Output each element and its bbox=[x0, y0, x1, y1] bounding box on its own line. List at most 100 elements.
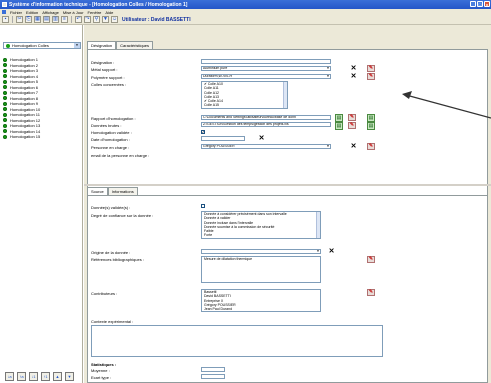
edit-rapport-icon[interactable]: ✎ bbox=[348, 114, 356, 121]
refs-list[interactable]: Mesure de dilatation thermique bbox=[201, 256, 321, 283]
polymere-label: Polymère support : bbox=[91, 75, 125, 80]
paste-icon[interactable]: ▦ bbox=[34, 16, 41, 23]
panel-splitter[interactable] bbox=[84, 184, 491, 186]
ecart-input[interactable] bbox=[201, 374, 225, 379]
designation-input[interactable] bbox=[201, 59, 331, 64]
sort-asc-icon[interactable]: ↓a bbox=[5, 372, 14, 381]
green-dot-icon bbox=[3, 112, 7, 117]
tree-item-label: Homologation 1 bbox=[10, 57, 39, 63]
close-button[interactable]: x bbox=[484, 1, 490, 7]
validees-checkbox[interactable] bbox=[201, 204, 205, 208]
confiance-item[interactable]: Forte bbox=[202, 233, 320, 237]
origine-select[interactable]: ▼ bbox=[201, 249, 321, 254]
contrib-item[interactable]: Jean Paul Durand bbox=[202, 307, 320, 311]
undo-icon[interactable]: ↶ bbox=[75, 16, 82, 23]
menu-edition[interactable]: Edition bbox=[26, 10, 38, 15]
maximize-button[interactable]: □ bbox=[477, 1, 483, 7]
colle-item[interactable]: Colle A15 bbox=[202, 103, 287, 107]
sort-desc-icon[interactable]: ↑a bbox=[17, 372, 26, 381]
table-icon[interactable]: ▥ bbox=[52, 16, 59, 23]
metal-select-value: Aluminium pure bbox=[203, 66, 228, 70]
rapport-input-value: C:\Documents and Settings\utilisateur\Bu… bbox=[203, 115, 297, 119]
donnees-label: Données brutes : bbox=[91, 123, 122, 128]
colles-scrollbar[interactable] bbox=[283, 82, 287, 108]
personne-select[interactable]: Grégory POUSSIER ▼ bbox=[201, 144, 331, 149]
mdi-window-icon[interactable] bbox=[2, 10, 6, 14]
open-donnees-icon[interactable]: ▤ bbox=[335, 122, 343, 130]
collection-combo[interactable]: Homologation Colles ▼ bbox=[3, 42, 81, 49]
cut-icon[interactable]: ✂ bbox=[16, 16, 23, 23]
green-dot-icon bbox=[3, 57, 7, 62]
tab-informations[interactable]: Informations bbox=[107, 187, 138, 195]
move-up-icon[interactable]: ▲ bbox=[53, 372, 62, 381]
browse-rapport-icon[interactable]: ▤ bbox=[367, 114, 375, 122]
green-dot-icon bbox=[3, 79, 7, 84]
chevron-down-icon[interactable]: ▼ bbox=[326, 75, 330, 78]
list-icon[interactable]: ≡ bbox=[61, 16, 68, 23]
confiance-scrollbar[interactable] bbox=[316, 212, 320, 238]
chevron-down-icon[interactable]: ▼ bbox=[316, 250, 320, 253]
chevron-down-icon[interactable]: ▼ bbox=[326, 145, 330, 148]
window-controls: _ □ x bbox=[470, 1, 490, 7]
tree-item-label: Homologation 6 bbox=[10, 84, 39, 90]
copy-icon[interactable]: ⎘ bbox=[25, 16, 32, 23]
delete-polymere-icon[interactable]: ✕ bbox=[350, 73, 357, 80]
user-icon[interactable]: ☺ bbox=[111, 16, 118, 23]
menu-fichier[interactable]: Fichier bbox=[10, 10, 22, 15]
tree-item-label: Homologation 14 bbox=[10, 128, 41, 134]
filter-icon[interactable]: ▼ bbox=[102, 16, 109, 23]
sort-num-desc-icon[interactable]: ↑1 bbox=[41, 372, 50, 381]
tab-designation[interactable]: Désignation bbox=[87, 41, 117, 49]
tab-caracteristiques[interactable]: Caractéristiques bbox=[116, 41, 154, 49]
tab-source[interactable]: Source bbox=[87, 187, 108, 195]
contrib-list[interactable]: Bassetti David BASSETTI Entreprise X Gré… bbox=[201, 289, 321, 312]
confiance-list[interactable]: Donnée à considérer précisément dans son… bbox=[201, 211, 321, 239]
browse-donnees-icon[interactable]: ▤ bbox=[367, 122, 375, 130]
moyenne-input[interactable] bbox=[201, 367, 225, 372]
chevron-down-icon[interactable]: ▼ bbox=[74, 43, 80, 48]
metal-select[interactable]: Aluminium pure ▼ bbox=[201, 66, 331, 71]
ref-item[interactable]: Mesure de dilatation thermique bbox=[202, 257, 320, 261]
tree-item[interactable]: Homologation 15 bbox=[3, 134, 40, 140]
app-icon bbox=[2, 2, 7, 7]
delete-metal-icon[interactable]: ✕ bbox=[350, 65, 357, 72]
save-icon[interactable]: ▪ bbox=[2, 16, 9, 23]
move-down-icon[interactable]: ▼ bbox=[65, 372, 74, 381]
polymere-select[interactable]: Duraform,W-ViS-H ▼ bbox=[201, 74, 331, 79]
search-icon[interactable]: ⚲ bbox=[93, 16, 100, 23]
delete-personne-icon[interactable]: ✕ bbox=[350, 143, 357, 150]
left-navigation-panel: Homologation Colles ▼ Homologation 1 Hom… bbox=[0, 25, 83, 383]
contexte-label: Contexte expérimental : bbox=[91, 319, 134, 324]
edit-metal-icon[interactable]: ✎ bbox=[367, 65, 375, 72]
personne-select-value: Grégory POUSSIER bbox=[203, 144, 235, 148]
menu-mise-a-jour[interactable]: Mise à Jour bbox=[63, 10, 84, 15]
menu-fenetre[interactable]: Fenêtre bbox=[88, 10, 102, 15]
menu-aide[interactable]: Aide bbox=[105, 10, 113, 15]
menu-affichage[interactable]: Affichage bbox=[42, 10, 59, 15]
validee-checkbox[interactable]: ✔ bbox=[201, 130, 205, 134]
edit-contrib-icon[interactable]: ✎ bbox=[367, 289, 375, 296]
grid-icon[interactable]: ▤ bbox=[43, 16, 50, 23]
clear-date-icon[interactable]: ✕ bbox=[258, 135, 265, 142]
green-dot-icon bbox=[3, 118, 7, 123]
edit-donnees-icon[interactable]: ✎ bbox=[348, 122, 356, 129]
open-rapport-icon[interactable]: ▤ bbox=[335, 114, 343, 122]
date-input[interactable] bbox=[201, 136, 245, 141]
tree-item-label: Homologation 12 bbox=[10, 117, 41, 123]
edit-polymere-icon[interactable]: ✎ bbox=[367, 73, 375, 80]
donnees-input[interactable]: Z:\GESTION\Gestion des temps\gestion des… bbox=[201, 122, 331, 127]
toolbar-separator bbox=[12, 16, 13, 23]
sort-num-asc-icon[interactable]: ↓1 bbox=[29, 372, 38, 381]
redo-icon[interactable]: ↷ bbox=[84, 16, 91, 23]
colles-list[interactable]: ✔ Colle A10 Colle A11 Colle A12 Colle A1… bbox=[201, 81, 288, 109]
tree-item-label: Homologation 13 bbox=[10, 123, 41, 129]
chevron-down-icon[interactable]: ▼ bbox=[326, 67, 330, 70]
delete-origine-icon[interactable]: ✕ bbox=[328, 248, 335, 255]
edit-refs-icon[interactable]: ✎ bbox=[367, 256, 375, 263]
rapport-input[interactable]: C:\Documents and Settings\utilisateur\Bu… bbox=[201, 115, 331, 120]
edit-personne-icon[interactable]: ✎ bbox=[367, 143, 375, 150]
tree-item-label: Homologation 4 bbox=[10, 73, 39, 79]
minimize-button[interactable]: _ bbox=[470, 1, 476, 7]
contexte-textarea[interactable] bbox=[91, 325, 383, 357]
date-label: Date d'homologation : bbox=[91, 137, 130, 142]
